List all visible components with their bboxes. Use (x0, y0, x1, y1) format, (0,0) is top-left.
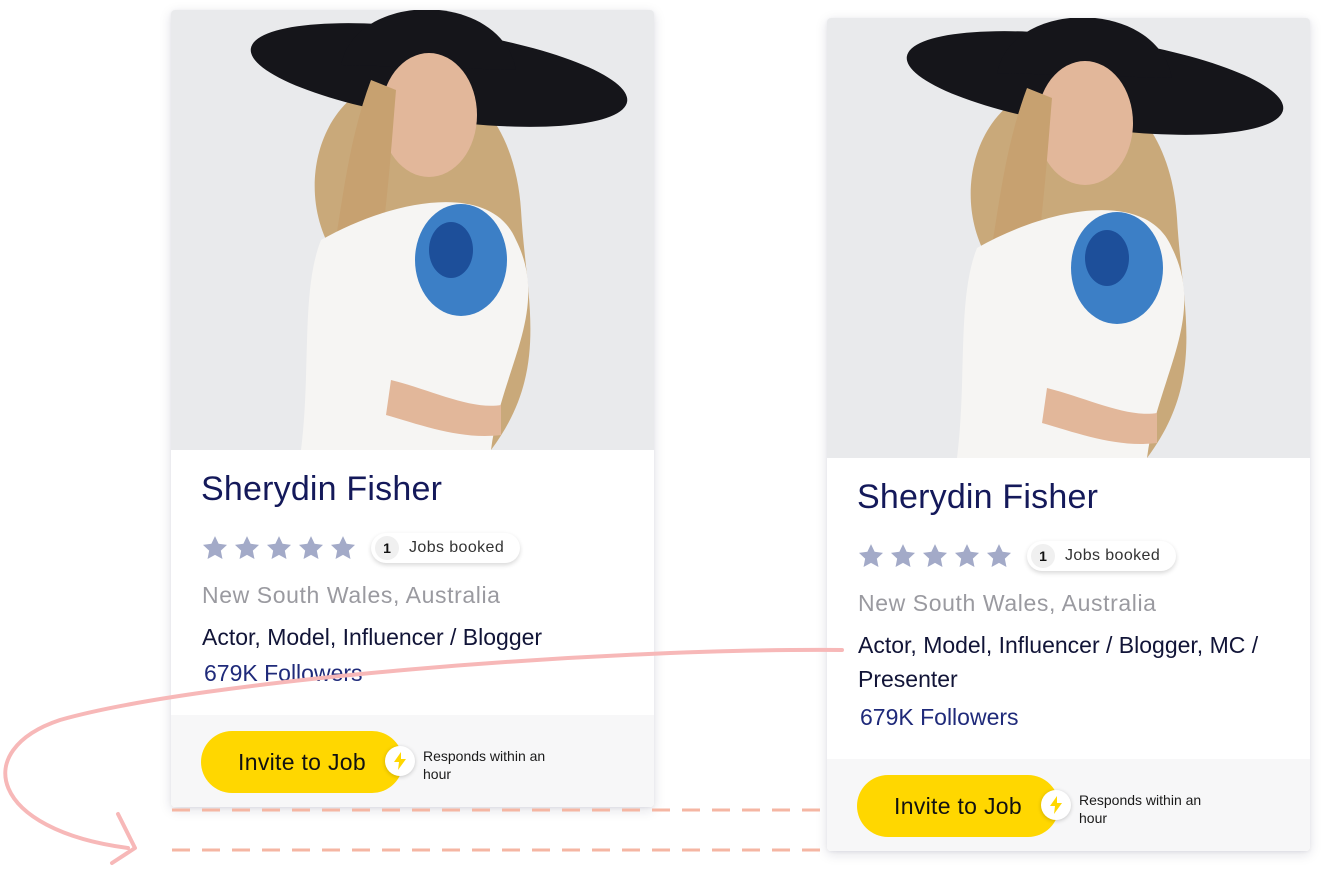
jobs-booked-badge: 1 Jobs booked (1027, 541, 1177, 571)
skills: Actor, Model, Influencer / Blogger, MC /… (858, 632, 1259, 692)
card-footer: Invite to Job Responds within an hour (171, 715, 654, 807)
star-icon (202, 536, 228, 559)
star-icon (234, 536, 260, 559)
jobs-count: 1 (1031, 544, 1055, 568)
location: New South Wales, Australia (202, 582, 501, 608)
dashed-guide-lines (172, 808, 822, 852)
star-icon (986, 544, 1012, 567)
profile-photo[interactable] (827, 18, 1310, 458)
card-body: Sherydin Fisher 1 Jobs booked New South … (827, 458, 1310, 851)
jobs-booked-badge: 1 Jobs booked (371, 533, 521, 563)
rating-row: 1 Jobs booked (201, 532, 521, 564)
star-icon (922, 544, 948, 567)
lightning-icon (385, 746, 415, 776)
star-icon (298, 536, 324, 559)
invite-to-job-button[interactable]: Invite to Job (857, 775, 1059, 837)
star-icon (330, 536, 356, 559)
profile-photo[interactable] (171, 10, 654, 450)
location: New South Wales, Australia (858, 590, 1157, 616)
response-time: Responds within an hour (423, 748, 546, 782)
card-body: Sherydin Fisher 1 Jobs booked New South … (171, 450, 654, 807)
talent-name[interactable]: Sherydin Fisher (201, 470, 442, 509)
skills: Actor, Model, Influencer / Blogger (202, 624, 543, 650)
jobs-label: Jobs booked (1065, 547, 1161, 564)
rating-row: 1 Jobs booked (857, 540, 1177, 572)
followers-count: 679K Followers (204, 660, 363, 686)
invite-to-job-button[interactable]: Invite to Job (201, 731, 403, 793)
star-icon (890, 544, 916, 567)
star-icon (954, 544, 980, 567)
star-icon (858, 544, 884, 567)
jobs-count: 1 (375, 536, 399, 560)
response-time: Responds within an hour (1079, 792, 1202, 826)
talent-name[interactable]: Sherydin Fisher (857, 478, 1098, 517)
star-icon (266, 536, 292, 559)
jobs-label: Jobs booked (409, 539, 505, 556)
lightning-icon (1041, 790, 1071, 820)
talent-card[interactable]: Sherydin Fisher 1 Jobs booked New South … (827, 18, 1310, 851)
talent-card[interactable]: Sherydin Fisher 1 Jobs booked New South … (171, 10, 654, 807)
followers-count: 679K Followers (860, 704, 1019, 730)
card-footer: Invite to Job Responds within an hour (827, 759, 1310, 851)
star-rating (201, 534, 357, 562)
star-rating (857, 542, 1013, 570)
